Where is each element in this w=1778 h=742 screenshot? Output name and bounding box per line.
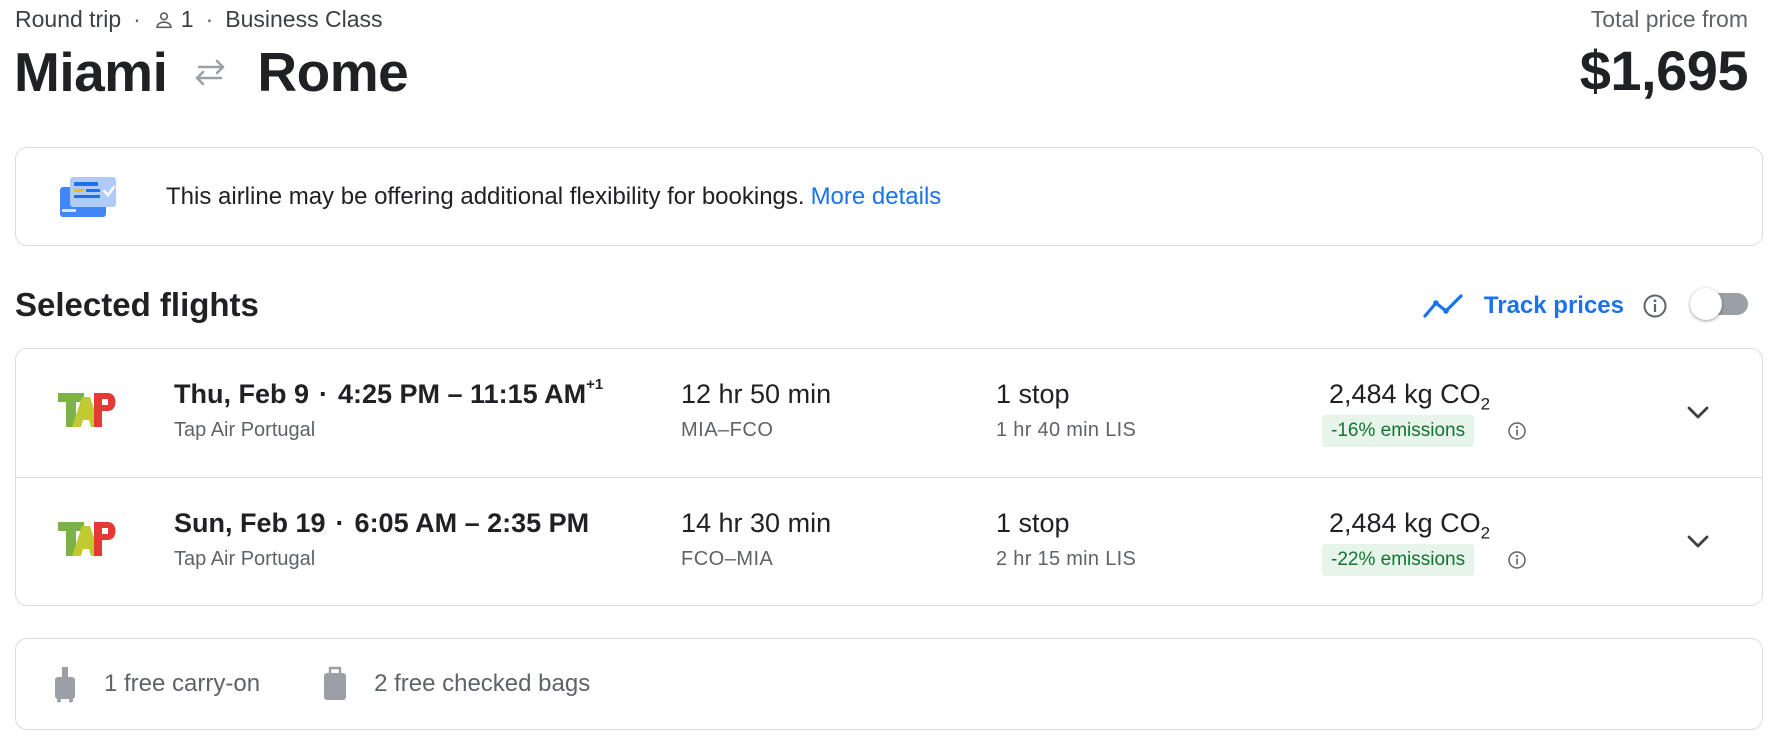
- baggage-info: 1 free carry-on 2 free checked bags: [15, 638, 1763, 730]
- route-heading: Miami Rome: [14, 40, 409, 104]
- origin-city: Miami: [14, 41, 168, 103]
- ticket-icon: [60, 176, 116, 217]
- trip-summary: Round trip · 1 · Business Class: [15, 6, 383, 33]
- separator-dot: ·: [133, 6, 141, 32]
- emissions-badge: -22% emissions: [1322, 544, 1475, 576]
- flight-date: Thu, Feb 9: [174, 379, 309, 409]
- separator-dot: ·: [205, 6, 214, 32]
- chevron-down-icon[interactable]: [1678, 522, 1718, 562]
- co2-subscript: 2: [1480, 394, 1491, 414]
- emissions-badge: -16% emissions: [1322, 415, 1475, 447]
- notice-text: This airline may be offering additional …: [166, 182, 805, 210]
- trip-type: Round trip: [15, 6, 122, 32]
- destination-city: Rome: [257, 41, 409, 103]
- passenger-count: 1: [180, 6, 194, 32]
- flight-row[interactable]: Thu, Feb 9 · 4:25 PM – 11:15 AM+1 Tap Air …: [16, 349, 1762, 477]
- trend-line-icon: [1423, 294, 1463, 318]
- emissions-info-icon[interactable]: [1507, 421, 1527, 441]
- flight-duration: 12 hr 50 min: [681, 379, 832, 409]
- airport-codes: FCO–MIA: [681, 548, 774, 570]
- cabin-class: Business Class: [225, 6, 383, 32]
- flexibility-notice: This airline may be offering additional …: [15, 147, 1763, 246]
- layover-info: 2 hr 15 min LIS: [996, 548, 1137, 570]
- checked-bag-icon: [324, 666, 347, 700]
- stop-count: 1 stop: [996, 508, 1070, 538]
- info-icon[interactable]: [1642, 293, 1668, 319]
- toggle-knob: [1690, 288, 1722, 320]
- separator-dot: ·: [319, 379, 328, 409]
- flight-times: 6:05 AM – 2:35 PM: [354, 508, 590, 538]
- flight-row[interactable]: Sun, Feb 19 · 6:05 AM – 2:35 PM Tap Air Po…: [16, 477, 1762, 605]
- stop-count: 1 stop: [996, 379, 1070, 409]
- carry-on-bag-icon: [55, 667, 75, 703]
- track-prices-label[interactable]: Track prices: [1484, 292, 1624, 320]
- day-offset: +1: [586, 376, 604, 393]
- price-label: Total price from: [1590, 6, 1748, 32]
- airport-codes: MIA–FCO: [681, 419, 774, 441]
- track-prices-toggle[interactable]: [1690, 288, 1748, 320]
- tap-air-portugal-logo: [58, 522, 116, 556]
- airline-name: Tap Air Portugal: [174, 419, 316, 441]
- track-prices: Track prices: [1422, 292, 1668, 320]
- chevron-down-icon[interactable]: [1678, 393, 1718, 433]
- total-price: $1,695: [1579, 39, 1749, 102]
- layover-info: 1 hr 40 min LIS: [996, 419, 1137, 441]
- airline-name: Tap Air Portugal: [174, 548, 316, 570]
- flight-times: 4:25 PM – 11:15 AM: [338, 379, 587, 409]
- carry-on-label: 1 free carry-on: [104, 670, 261, 697]
- flight-date: Sun, Feb 19: [174, 508, 326, 538]
- co2-subscript: 2: [1480, 523, 1491, 543]
- checked-bags-label: 2 free checked bags: [374, 670, 591, 697]
- emissions-info-icon[interactable]: [1507, 550, 1527, 570]
- co2-amount: 2,484 kg CO: [1329, 508, 1481, 538]
- co2-amount: 2,484 kg CO: [1329, 379, 1481, 409]
- round-trip-arrows-icon: [196, 59, 225, 86]
- section-title: Selected flights: [15, 286, 259, 323]
- flight-duration: 14 hr 30 min: [681, 508, 832, 538]
- tap-air-portugal-logo: [58, 393, 116, 427]
- selected-flights-list: Thu, Feb 9 · 4:25 PM – 11:15 AM+1 Tap Air …: [15, 348, 1763, 606]
- more-details-link[interactable]: More details: [811, 183, 942, 210]
- person-icon: [156, 11, 172, 28]
- separator-dot: ·: [335, 508, 345, 538]
